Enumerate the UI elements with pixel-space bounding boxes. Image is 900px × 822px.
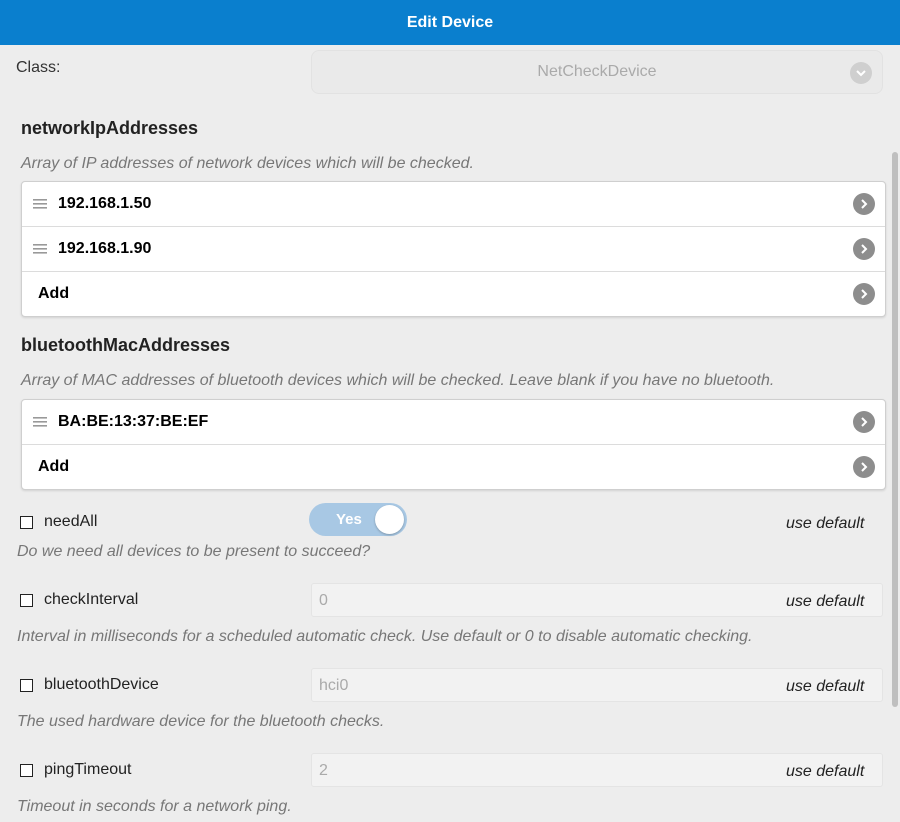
network-description: Array of IP addresses of network devices… [21,155,474,172]
checkinterval-use-default: use default [786,593,865,610]
needall-label: needAll [44,513,98,530]
bluetooth-section-title: bluetoothMacAddresses [21,335,231,355]
chevron-down-icon [850,62,872,84]
checkinterval-checkbox[interactable] [20,594,33,607]
pingtimeout-label: pingTimeout [44,761,132,778]
bluetooth-description: Array of MAC addresses of bluetooth devi… [21,372,775,389]
scrollbar[interactable] [892,152,898,707]
ip-address-text: 192.168.1.90 [58,240,152,257]
add-label: Add [38,458,70,475]
mac-address-text: BA:BE:13:37:BE:EF [58,413,209,430]
bluetoothdevice-checkbox[interactable] [20,679,33,692]
dialog-title: Edit Device [0,0,900,45]
bluetoothdevice-use-default: use default [786,678,865,695]
list-item[interactable]: BA:BE:13:37:BE:EF [22,400,885,445]
list-item[interactable]: 192.168.1.50 [22,182,885,227]
needall-description: Do we need all devices to be present to … [17,543,371,560]
class-label: Class: [16,59,61,76]
checkinterval-value: 0 [319,592,328,609]
bluetoothdevice-description: The used hardware device for the bluetoo… [17,713,385,730]
add-label: Add [38,285,70,302]
grip-icon[interactable] [33,199,47,209]
needall-use-default: use default [786,515,865,532]
bluetoothdevice-value: hci0 [319,677,349,694]
network-section-title: networkIpAddresses [21,118,199,138]
pingtimeout-description: Timeout in seconds for a network ping. [17,798,292,815]
pingtimeout-checkbox[interactable] [20,764,33,777]
class-select-value: NetCheckDevice [537,63,657,80]
toggle-label: Yes [336,511,362,528]
toggle-knob [375,505,404,534]
list-item[interactable]: 192.168.1.90 [22,227,885,272]
grip-icon[interactable] [33,417,47,427]
pingtimeout-value: 2 [319,762,328,779]
bluetooth-list: BA:BE:13:37:BE:EF Add [21,399,886,490]
ip-address-text: 192.168.1.50 [58,195,152,212]
chevron-right-icon[interactable] [853,238,875,260]
add-network-item[interactable]: Add [22,272,885,316]
checkinterval-label: checkInterval [44,591,139,608]
bluetoothdevice-label: bluetoothDevice [44,676,159,693]
grip-icon[interactable] [33,244,47,254]
checkinterval-description: Interval in milliseconds for a scheduled… [17,628,753,645]
needall-checkbox[interactable] [20,516,33,529]
chevron-right-icon[interactable] [853,456,875,478]
chevron-right-icon[interactable] [853,411,875,433]
pingtimeout-use-default: use default [786,763,865,780]
add-bluetooth-item[interactable]: Add [22,445,885,489]
needall-toggle[interactable]: Yes [309,503,407,536]
chevron-right-icon[interactable] [853,283,875,305]
network-list: 192.168.1.50 192.168.1.90 Add [21,181,886,317]
class-select[interactable]: NetCheckDevice [311,50,883,94]
chevron-right-icon[interactable] [853,193,875,215]
